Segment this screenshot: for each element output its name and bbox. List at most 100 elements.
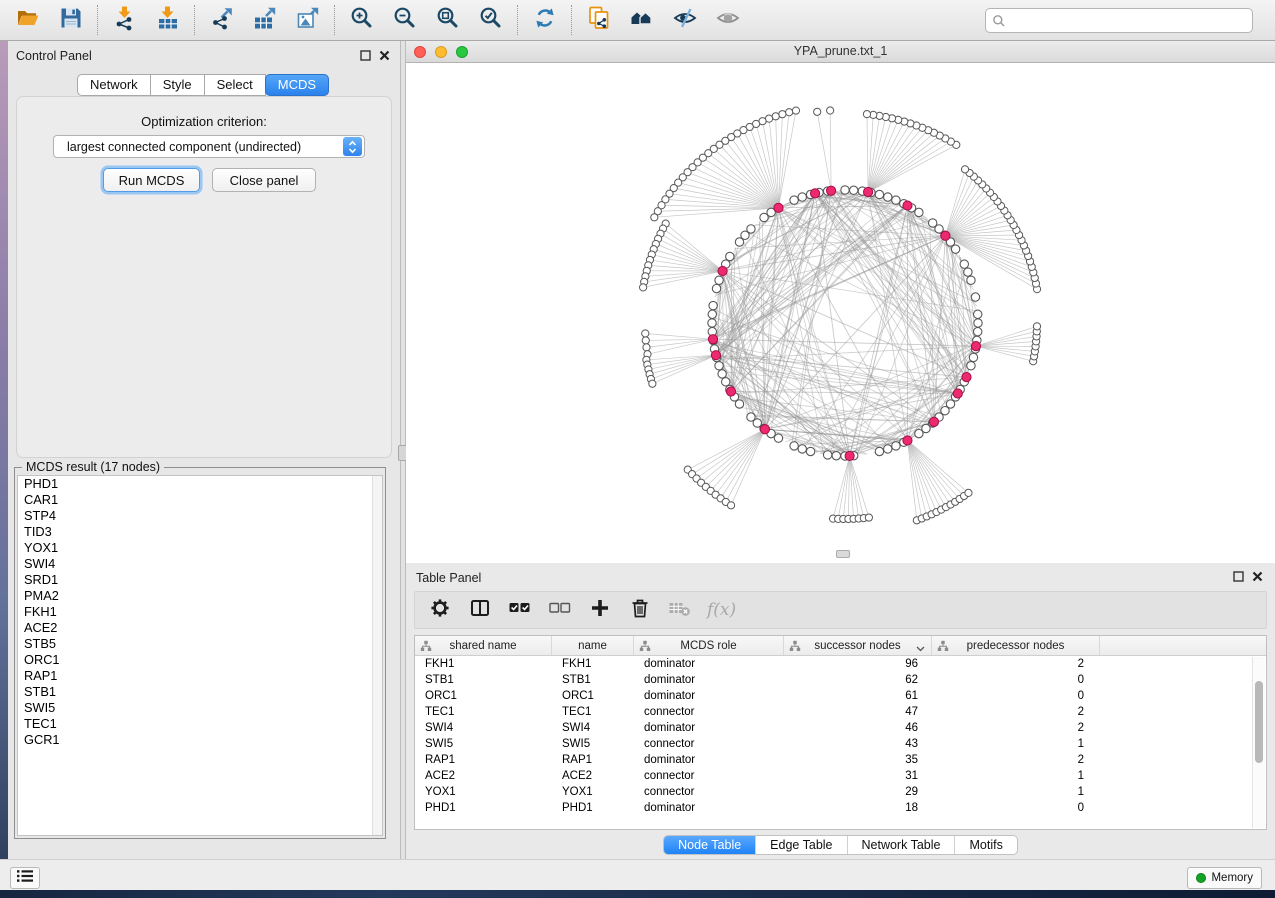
network-canvas[interactable] [406,63,1275,563]
table-cell: dominator [634,658,784,670]
table-cell: 18 [784,802,932,814]
task-history-button[interactable] [10,867,40,889]
clone-network-button[interactable] [577,2,620,38]
close-panel-icon[interactable] [379,48,390,66]
mcds-result-item[interactable]: ORC1 [18,652,382,668]
mcds-result-list[interactable]: PHD1CAR1STP4TID3YOX1SWI4SRD1PMA2FKH1ACE2… [17,475,383,836]
table-row[interactable]: FKH1FKH1dominator962 [415,656,1266,672]
table-row[interactable]: ACE2ACE2connector311 [415,768,1266,784]
table-cell: 31 [784,770,932,782]
table-scrollbar[interactable] [1252,657,1265,828]
import-table-button[interactable] [146,2,189,38]
column-header-filler [1100,636,1266,655]
horizontal-splitter-grip[interactable] [836,550,850,558]
table-settings-button[interactable] [427,597,453,623]
function-builder-button[interactable]: f(x) [707,600,736,620]
minimize-window-button[interactable] [435,46,447,58]
add-row-button[interactable] [587,597,613,623]
mcds-result-item[interactable]: PHD1 [18,476,382,492]
tab-network[interactable]: Network [77,74,151,96]
export-table-button[interactable] [243,2,286,38]
table-cell: 0 [932,674,1100,686]
tab-node-table[interactable]: Node Table [664,836,755,854]
mcds-result-item[interactable]: YOX1 [18,540,382,556]
show-columns-button[interactable] [467,597,493,623]
criterion-dropdown[interactable]: largest connected component (undirected) [53,135,365,158]
column-header-shared-name[interactable]: shared name [415,636,552,655]
export-network-button[interactable] [200,2,243,38]
column-header-name[interactable]: name [552,636,634,655]
zoom-fit-button[interactable] [426,2,469,38]
first-neighbors-button[interactable] [620,2,663,38]
refresh-button[interactable] [523,2,566,38]
mcds-result-item[interactable]: STB1 [18,684,382,700]
table-row[interactable]: RAP1RAP1dominator352 [415,752,1266,768]
tab-style[interactable]: Style [150,74,205,96]
export-image-button[interactable] [286,2,329,38]
mcds-result-item[interactable]: PMA2 [18,588,382,604]
delete-table-button[interactable] [667,597,693,623]
mcds-result-item[interactable]: TEC1 [18,716,382,732]
table-row[interactable]: ORC1ORC1dominator610 [415,688,1266,704]
column-header-successor-nodes[interactable]: successor nodes [784,636,932,655]
close-window-button[interactable] [414,46,426,58]
table-row[interactable]: SWI5SWI5connector431 [415,736,1266,752]
table-cell: 1 [932,770,1100,782]
tab-network-table[interactable]: Network Table [847,836,955,854]
table-cell: TEC1 [415,706,552,718]
table-row[interactable]: PHD1PHD1dominator180 [415,800,1266,816]
mcds-result-item[interactable]: STB5 [18,636,382,652]
mcds-result-item[interactable]: GCR1 [18,732,382,748]
select-all-button[interactable] [507,597,533,623]
mcds-result-groupbox: MCDS result (17 nodes) PHD1CAR1STP4TID3Y… [14,467,386,839]
close-panel-button[interactable]: Close panel [212,168,316,192]
run-mcds-button[interactable]: Run MCDS [103,168,200,192]
table-cell: connector [634,770,784,782]
zoom-in-button[interactable] [340,2,383,38]
open-folder-icon [15,5,41,36]
tab-edge-table[interactable]: Edge Table [755,836,846,854]
tab-mcds[interactable]: MCDS [265,74,329,96]
mcds-result-item[interactable]: SRD1 [18,572,382,588]
float-panel-icon[interactable] [1233,569,1244,587]
mcds-result-item[interactable]: CAR1 [18,492,382,508]
import-network-button[interactable] [103,2,146,38]
tab-motifs[interactable]: Motifs [954,836,1016,854]
zoom-window-button[interactable] [456,46,468,58]
search-field[interactable] [985,8,1253,33]
deselect-all-button[interactable] [547,597,573,623]
show-all-button[interactable] [706,2,749,38]
zoom-out-button[interactable] [383,2,426,38]
close-panel-icon[interactable] [1252,569,1263,587]
column-header-predecessor-nodes[interactable]: predecessor nodes [932,636,1100,655]
criterion-value: largest connected component (undirected) [54,140,343,154]
mcds-result-item[interactable]: RAP1 [18,668,382,684]
mcds-result-item[interactable]: STP4 [18,508,382,524]
search-input[interactable] [1006,11,1252,31]
table-row[interactable]: SWI4SWI4dominator462 [415,720,1266,736]
table-row[interactable]: TEC1TEC1connector472 [415,704,1266,720]
table-row[interactable]: STB1STB1dominator620 [415,672,1266,688]
memory-button[interactable]: Memory [1187,867,1262,889]
import-network-icon [112,5,138,36]
save-session-button[interactable] [49,2,92,38]
column-header-mcds-role[interactable]: MCDS role [634,636,784,655]
network-window-titlebar[interactable]: YPA_prune.txt_1 [406,41,1275,63]
delete-row-button[interactable] [627,597,653,623]
tab-select[interactable]: Select [204,74,266,96]
table-scrollbar-thumb[interactable] [1255,681,1263,763]
mcds-result-item[interactable]: SWI4 [18,556,382,572]
table-cell: dominator [634,690,784,702]
mcds-result-item[interactable]: FKH1 [18,604,382,620]
table-row[interactable]: YOX1YOX1connector291 [415,784,1266,800]
open-file-button[interactable] [6,2,49,38]
mcds-result-item[interactable]: ACE2 [18,620,382,636]
float-panel-icon[interactable] [360,48,371,66]
toolbar-separator [97,5,98,35]
hide-selected-button[interactable] [663,2,706,38]
mcds-result-item[interactable]: SWI5 [18,700,382,716]
main-toolbar [0,0,1275,41]
mcds-result-item[interactable]: TID3 [18,524,382,540]
mcds-list-scrollbar[interactable] [372,476,382,835]
zoom-selected-button[interactable] [469,2,512,38]
